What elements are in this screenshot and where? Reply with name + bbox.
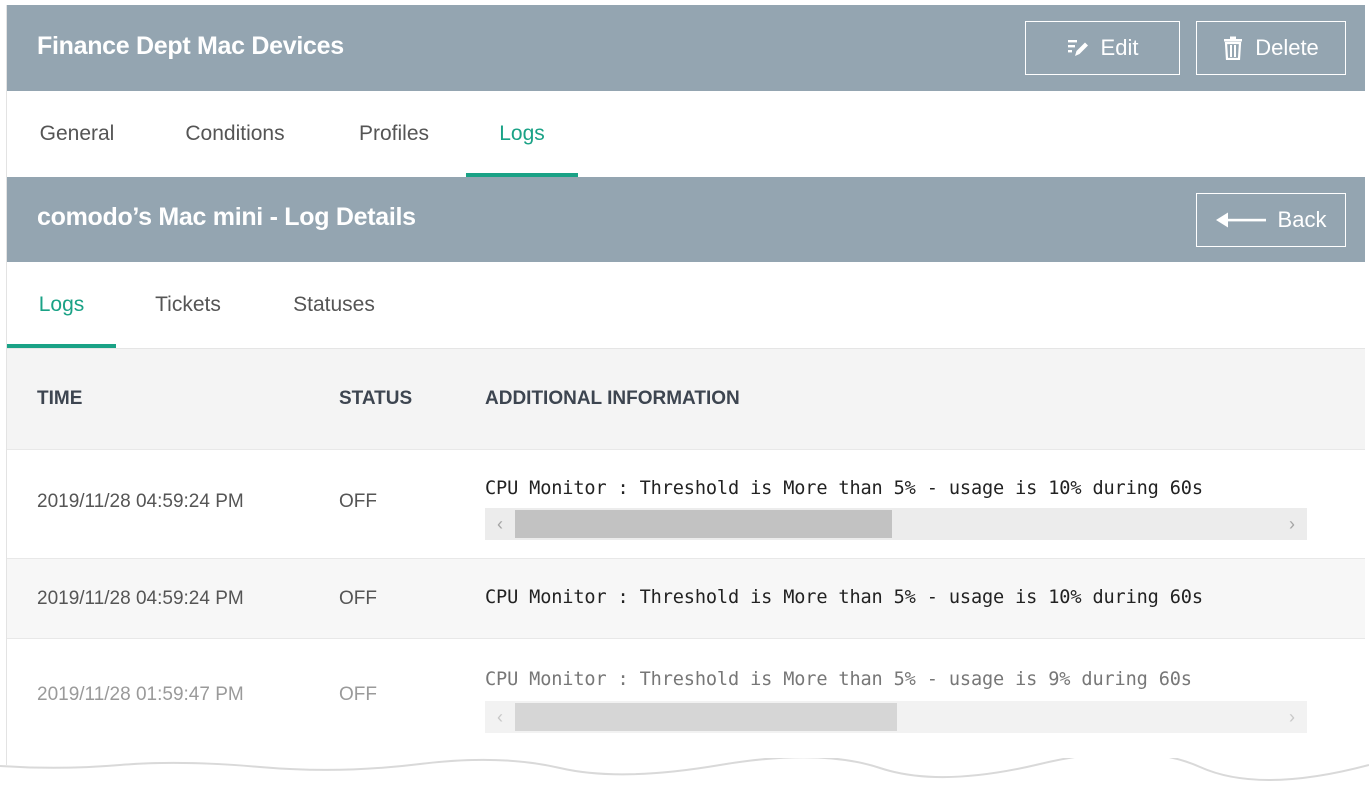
scrollbar-thumb[interactable] [515, 703, 897, 731]
tab-conditions-label: Conditions [185, 122, 285, 145]
subtab-logs[interactable]: Logs [7, 262, 116, 348]
subtab-statuses-label: Statuses [293, 293, 375, 316]
row-info: CPU Monitor : Threshold is More than 5% … [485, 669, 1307, 739]
arrow-left-icon [1215, 211, 1266, 229]
chevron-left-icon[interactable]: ‹ [485, 508, 515, 540]
subtab-tickets[interactable]: Tickets [145, 262, 231, 348]
table-row: 2019/11/28 01:59:47 PM OFF CPU Monitor :… [7, 638, 1365, 748]
subtab-tickets-label: Tickets [155, 293, 221, 316]
log-details-title: comodo’s Mac mini - Log Details [37, 203, 416, 231]
row-info-text: CPU Monitor : Threshold is More than 5% … [485, 587, 1203, 608]
pencil-edit-icon [1067, 37, 1089, 59]
table-row: 2019/11/28 04:59:24 PM OFF CPU Monitor :… [7, 558, 1365, 638]
delete-button-label: Delete [1255, 35, 1319, 60]
chevron-right-icon[interactable]: › [1277, 701, 1307, 733]
tab-profiles[interactable]: Profiles [349, 91, 439, 177]
column-header-status[interactable]: STATUS [339, 349, 412, 449]
table-row: 2019/11/28 04:59:24 PM OFF CPU Monitor :… [7, 449, 1365, 558]
row-status: OFF [339, 588, 377, 609]
row-status: OFF [339, 491, 377, 512]
group-header-bar: Finance Dept Mac Devices Edit Delete [7, 5, 1365, 91]
edit-button-label: Edit [1100, 35, 1139, 60]
back-button[interactable]: Back [1196, 193, 1346, 247]
log-details-header-bar: comodo’s Mac mini - Log Details Back [7, 177, 1365, 262]
tab-logs[interactable]: Logs [466, 91, 578, 177]
horizontal-scrollbar[interactable]: ‹ › [485, 508, 1307, 540]
chevron-left-icon[interactable]: ‹ [485, 701, 515, 733]
tab-general-label: General [39, 122, 115, 145]
chevron-right-icon[interactable]: › [1277, 508, 1307, 540]
row-info-text: CPU Monitor : Threshold is More than 5% … [485, 669, 1192, 690]
row-info-text: CPU Monitor : Threshold is More than 5% … [485, 478, 1203, 499]
tab-conditions[interactable]: Conditions [175, 91, 295, 177]
row-time: 2019/11/28 04:59:24 PM [37, 491, 244, 512]
row-time: 2019/11/28 01:59:47 PM [37, 684, 244, 705]
back-button-label: Back [1277, 207, 1327, 232]
horizontal-scrollbar[interactable]: ‹ › [485, 701, 1307, 733]
edit-button[interactable]: Edit [1025, 21, 1180, 75]
log-table-header: TIME STATUS ADDITIONAL INFORMATION [7, 349, 1365, 449]
scrollbar-thumb[interactable] [515, 510, 892, 538]
group-title: Finance Dept Mac Devices [37, 32, 344, 60]
row-info: CPU Monitor : Threshold is More than 5% … [485, 478, 1307, 548]
column-header-additional-information[interactable]: ADDITIONAL INFORMATION [485, 349, 740, 449]
tab-logs-label: Logs [499, 122, 545, 145]
group-details-panel: Finance Dept Mac Devices Edit Delete Gen… [6, 5, 1365, 765]
delete-button[interactable]: Delete [1196, 21, 1346, 75]
tab-profiles-label: Profiles [358, 122, 430, 145]
log-tabs: Logs Tickets Statuses [7, 262, 1365, 348]
row-time: 2019/11/28 04:59:24 PM [37, 588, 244, 609]
subtab-statuses[interactable]: Statuses [284, 262, 384, 348]
group-tabs: General Conditions Profiles Logs [7, 91, 1365, 177]
column-header-time[interactable]: TIME [37, 349, 82, 449]
tab-general[interactable]: General [35, 91, 119, 177]
row-info: CPU Monitor : Threshold is More than 5% … [485, 587, 1307, 617]
torn-edge-decoration [0, 758, 1369, 785]
subtab-logs-label: Logs [38, 293, 85, 316]
row-status: OFF [339, 684, 377, 705]
trash-icon [1223, 36, 1243, 60]
